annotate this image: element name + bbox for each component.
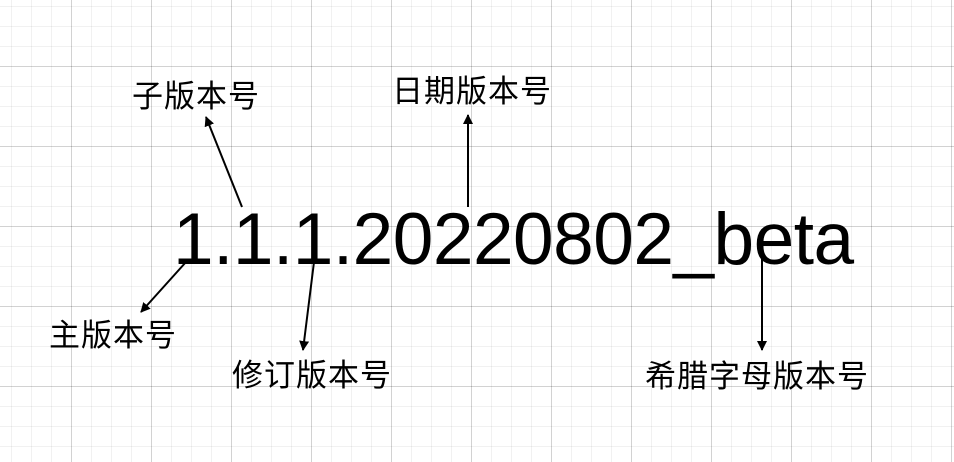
diagram-canvas: 1.1.1.20220802_beta 子版本号 日期版本号 主版本号 修订版本… bbox=[0, 0, 954, 462]
greek-letter-version-label: 希腊字母版本号 bbox=[645, 359, 869, 395]
arrow-to-sub-version bbox=[204, 116, 243, 208]
date-version-label: 日期版本号 bbox=[392, 74, 552, 110]
major-version-label: 主版本号 bbox=[49, 318, 177, 354]
version-string: 1.1.1.20220802_beta bbox=[173, 199, 854, 280]
sub-version-label: 子版本号 bbox=[132, 79, 260, 115]
patch-version-label: 修订版本号 bbox=[232, 358, 392, 394]
